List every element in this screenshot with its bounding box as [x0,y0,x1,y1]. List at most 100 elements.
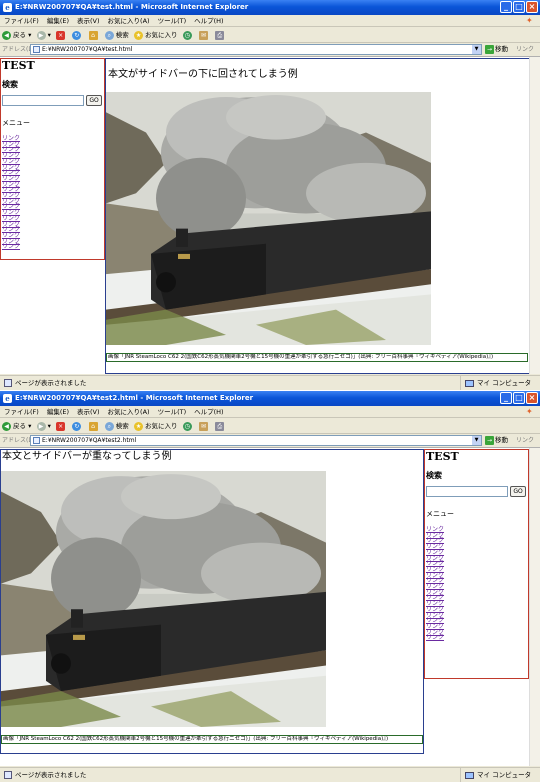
forward-button[interactable]: ▶ ▾ [36,418,51,434]
ie-icon: e [3,3,12,12]
menu-favorites[interactable]: お気に入り(A) [104,406,154,418]
menu-view[interactable]: 表示(V) [73,406,104,418]
history-button[interactable]: ◷ [182,418,194,434]
search-heading: 検索 [426,470,442,480]
minimize-icon: _ [504,393,508,402]
go-button[interactable]: → 移動 [485,435,508,446]
sidebar-link[interactable]: リンク [426,635,527,641]
page-icon [33,437,40,444]
toolbar: ◀ 戻る ▾ ▶ ▾ × ↻ ⌂ ⌕ 検索 ★ お気に入り ◷ ✉ ⎙ [0,418,540,434]
site-title: TEST [2,59,35,72]
home-button[interactable]: ⌂ [88,418,100,434]
address-input[interactable]: E:¥NRW200707¥QA¥test2.html ▼ [30,435,482,446]
status-text: ページが表示されました [15,771,87,779]
menu-bar: ファイル(F) 編集(E) 表示(V) お気に入り(A) ツール(T) ヘルプ(H) ✦ [0,15,540,27]
minimize-button[interactable]: _ [500,392,512,404]
forward-icon: ▶ [36,421,46,431]
print-button[interactable]: ⎙ [215,418,226,434]
menu-tools[interactable]: ツール(T) [154,15,191,27]
close-button[interactable]: × [526,1,538,13]
search-form: GO [2,95,103,107]
menu-file[interactable]: ファイル(F) [0,15,43,27]
stop-icon: × [56,30,66,40]
stop-button[interactable]: × [56,418,67,434]
address-dropdown[interactable]: ▼ [472,436,481,445]
search-icon: ⌕ [104,30,114,40]
menu-heading: メニュー [426,510,454,518]
search-input[interactable] [426,486,508,497]
site-title: TEST [426,450,459,463]
menu-file[interactable]: ファイル(F) [0,406,43,418]
favorites-button[interactable]: ★ お気に入り [134,27,178,43]
page-viewport[interactable]: TEST 検索 GO メニュー リンク リンク リンク リンク リンク リンク リンク リンク… [0,447,540,766]
back-button[interactable]: ◀ 戻る ▾ [2,418,31,434]
favorites-icon: ★ [134,421,144,431]
links-button[interactable]: リンク [516,43,534,56]
title-bar[interactable]: e E:¥NRW200707¥QA¥test2.html - Microsoft… [0,391,540,406]
print-icon: ⎙ [215,421,225,431]
search-input[interactable] [2,95,84,106]
go-icon: → [485,44,494,54]
menu-edit[interactable]: 編集(E) [43,15,73,27]
menu-help[interactable]: ヘルプ(H) [190,15,227,27]
vertical-scrollbar[interactable] [529,57,540,374]
address-dropdown[interactable]: ▼ [472,45,481,54]
forward-button[interactable]: ▶ ▾ [36,27,51,43]
home-button[interactable]: ⌂ [88,27,100,43]
title-bar[interactable]: e E:¥NRW200707¥QA¥test.html - Microsoft … [0,0,540,15]
ie-icon: e [3,394,12,403]
menu-view[interactable]: 表示(V) [73,15,104,27]
menu-bar: ファイル(F) 編集(E) 表示(V) お気に入り(A) ツール(T) ヘルプ(H) ✦ [0,406,540,418]
computer-icon [465,379,474,387]
favorites-button[interactable]: ★ お気に入り [134,418,178,434]
go-button[interactable]: → 移動 [485,44,508,55]
close-icon: × [528,393,536,402]
chevron-down-icon: ▼ [474,437,479,443]
home-icon: ⌂ [88,30,98,40]
history-button[interactable]: ◷ [182,27,194,43]
status-page-icon [4,379,12,387]
search-button[interactable]: ⌕ 検索 [104,418,129,434]
mail-icon: ✉ [198,421,208,431]
menu-favorites[interactable]: お気に入り(A) [104,15,154,27]
close-icon: × [528,2,536,11]
favorites-label: お気に入り [145,422,178,430]
go-search-button[interactable]: GO [86,95,102,106]
close-button[interactable]: × [526,392,538,404]
browser-window-1: e E:¥NRW200707¥QA¥test.html - Microsoft … [0,0,540,390]
toolbar: ◀ 戻る ▾ ▶ ▾ × ↻ ⌂ ⌕ 検索 ★ お気に入り ◷ ✉ ⎙ [0,27,540,43]
links-button[interactable]: リンク [516,434,534,447]
go-icon: → [485,435,494,445]
page-viewport[interactable]: TEST 検索 GO メニュー リンク リンク リンク リンク リンク リンク リンク リンク… [0,56,540,374]
address-input[interactable]: E:¥NRW200707¥QA¥test.html ▼ [30,44,482,55]
windows-logo-icon: ✦ [526,16,533,25]
minimize-button[interactable]: _ [500,1,512,13]
address-value: E:¥NRW200707¥QA¥test2.html [42,437,137,444]
browser-window-2: e E:¥NRW200707¥QA¥test2.html - Microsoft… [0,391,540,782]
menu-tools[interactable]: ツール(T) [154,406,191,418]
photo-caption: 画像「JNR SteamLoco C62 2(国鉄C62形蒸気機関車2号機と15… [106,353,528,362]
stop-button[interactable]: × [56,27,67,43]
sidebar-link[interactable]: リンク [2,244,103,250]
mail-button[interactable]: ✉ [198,27,210,43]
menu-help[interactable]: ヘルプ(H) [190,406,227,418]
window-title: E:¥NRW200707¥QA¥test.html - Microsoft In… [15,3,249,11]
stop-icon: × [56,421,66,431]
go-search-button[interactable]: GO [510,486,526,497]
mail-button[interactable]: ✉ [198,418,210,434]
menu-edit[interactable]: 編集(E) [43,406,73,418]
search-label: 検索 [115,31,129,39]
go-label: 移動 [495,436,508,444]
print-button[interactable]: ⎙ [215,27,226,43]
maximize-button[interactable]: □ [513,1,525,13]
history-icon: ◷ [182,30,192,40]
main-content: 本文とサイドバーが重なってしまう例 画像「JNR SteamLoco C62 2… [0,449,424,754]
refresh-button[interactable]: ↻ [72,418,83,434]
maximize-button[interactable]: □ [513,392,525,404]
maximize-icon: □ [515,2,523,11]
vertical-scrollbar[interactable] [529,448,540,766]
search-button[interactable]: ⌕ 検索 [104,27,129,43]
search-form: GO [426,486,527,498]
refresh-button[interactable]: ↻ [72,27,83,43]
back-button[interactable]: ◀ 戻る ▾ [2,27,31,43]
